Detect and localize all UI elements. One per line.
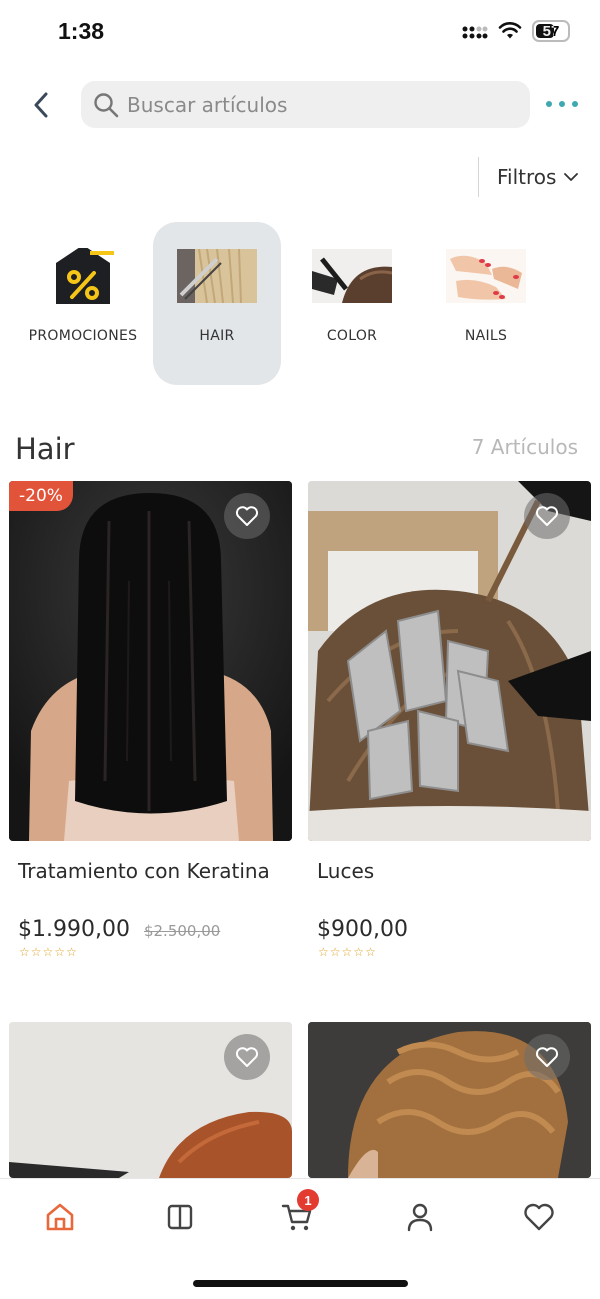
nav-cart[interactable]: 1 (277, 1189, 319, 1237)
heart-icon (535, 506, 559, 526)
price-row: $900,00 (317, 917, 591, 942)
favorites-icon (524, 1203, 554, 1231)
product-card[interactable]: Luces $900,00 ☆ ☆ ☆ ☆ ☆ (308, 481, 591, 958)
heart-icon (235, 1047, 259, 1067)
star-icon: ☆ (42, 945, 54, 959)
product-price: $1.990,00 (18, 917, 130, 942)
product-image (9, 1022, 292, 1178)
percent-tag-icon (43, 248, 123, 304)
star-icon: ☆ (365, 945, 376, 959)
price-row: $1.990,00 $2.500,00 (18, 917, 292, 942)
heart-icon (235, 506, 259, 526)
star-icon: ☆ (318, 945, 329, 959)
battery-icon: 57 (532, 20, 570, 42)
category-next-partial[interactable] (557, 222, 600, 385)
wifi-icon (498, 22, 522, 39)
star-icon: ☆ (329, 945, 341, 959)
product-old-price: $2.500,00 (143, 922, 221, 940)
product-name: Luces (317, 859, 375, 883)
dot (546, 101, 552, 107)
top-bar: Buscar artículos (0, 80, 600, 130)
product-name: Tratamiento con Keratina (18, 859, 270, 883)
home-indicator (193, 1280, 408, 1287)
nav-favorites[interactable] (519, 1197, 559, 1237)
cellular-signal-icon (462, 26, 488, 39)
search-input[interactable]: Buscar artículos (81, 81, 530, 128)
nav-home[interactable] (40, 1197, 80, 1237)
heart-icon (535, 1047, 559, 1067)
star-icon: ☆ (30, 945, 42, 959)
star-icon: ☆ (54, 945, 66, 959)
category-nails[interactable]: NAILS (422, 222, 550, 385)
partial-category-image (581, 248, 600, 304)
dot (572, 101, 578, 107)
category-label: HAIR (199, 328, 235, 344)
chevron-down-icon (564, 173, 579, 181)
category-color[interactable]: COLOR (288, 222, 416, 385)
color-image (312, 248, 392, 304)
category-carousel: PROMOCIONES HAIR COLOR NAILS (0, 222, 600, 387)
favorite-button[interactable] (224, 1034, 270, 1080)
item-count: 7 Artículos (471, 435, 578, 459)
catalog-icon (167, 1204, 193, 1230)
favorite-button[interactable] (524, 1034, 570, 1080)
category-promociones[interactable]: PROMOCIONES (19, 222, 147, 385)
search-placeholder: Buscar artículos (127, 92, 288, 117)
filters-label: Filtros (497, 165, 557, 189)
nav-profile[interactable] (400, 1197, 440, 1237)
status-bar: 1:38 57 (0, 0, 600, 66)
star-icon: ☆ (341, 945, 353, 959)
nails-image (446, 248, 526, 304)
favorite-button[interactable] (224, 493, 270, 539)
home-icon (46, 1203, 74, 1231)
category-hair[interactable]: HAIR (153, 222, 281, 385)
star-icon: ☆ (353, 945, 365, 959)
product-image: -20% (9, 481, 292, 841)
category-label: COLOR (326, 328, 378, 344)
rating-stars: ☆ ☆ ☆ ☆ ☆ (318, 946, 591, 958)
chevron-left-icon (34, 92, 48, 118)
profile-icon (407, 1203, 433, 1232)
product-image (308, 1022, 591, 1178)
discount-badge: -20% (9, 481, 73, 511)
product-image (308, 481, 591, 841)
product-price: $900,00 (317, 917, 408, 942)
status-icons: 57 (462, 20, 570, 42)
hair-image (177, 248, 257, 304)
filters-button[interactable]: Filtros (478, 157, 598, 197)
section-title: Hair (15, 432, 75, 466)
product-card[interactable] (308, 1022, 591, 1178)
product-card[interactable] (9, 1022, 292, 1178)
star-icon: ☆ (19, 945, 30, 959)
search-icon (94, 92, 119, 117)
rating-stars: ☆ ☆ ☆ ☆ ☆ (19, 946, 292, 958)
favorite-button[interactable] (524, 493, 570, 539)
star-icon: ☆ (66, 945, 77, 959)
category-label: NAILS (464, 328, 508, 344)
nav-catalog[interactable] (160, 1197, 200, 1237)
battery-level: 57 (542, 22, 560, 40)
status-time: 1:38 (58, 18, 105, 44)
back-button[interactable] (26, 88, 56, 122)
dot (559, 101, 565, 107)
more-options-button[interactable] (546, 94, 578, 114)
cart-badge: 1 (297, 1189, 319, 1211)
category-label: PROMOCIONES (28, 328, 138, 344)
product-card[interactable]: -20% Tratamiento con Keratina $1.990,00 … (9, 481, 292, 958)
